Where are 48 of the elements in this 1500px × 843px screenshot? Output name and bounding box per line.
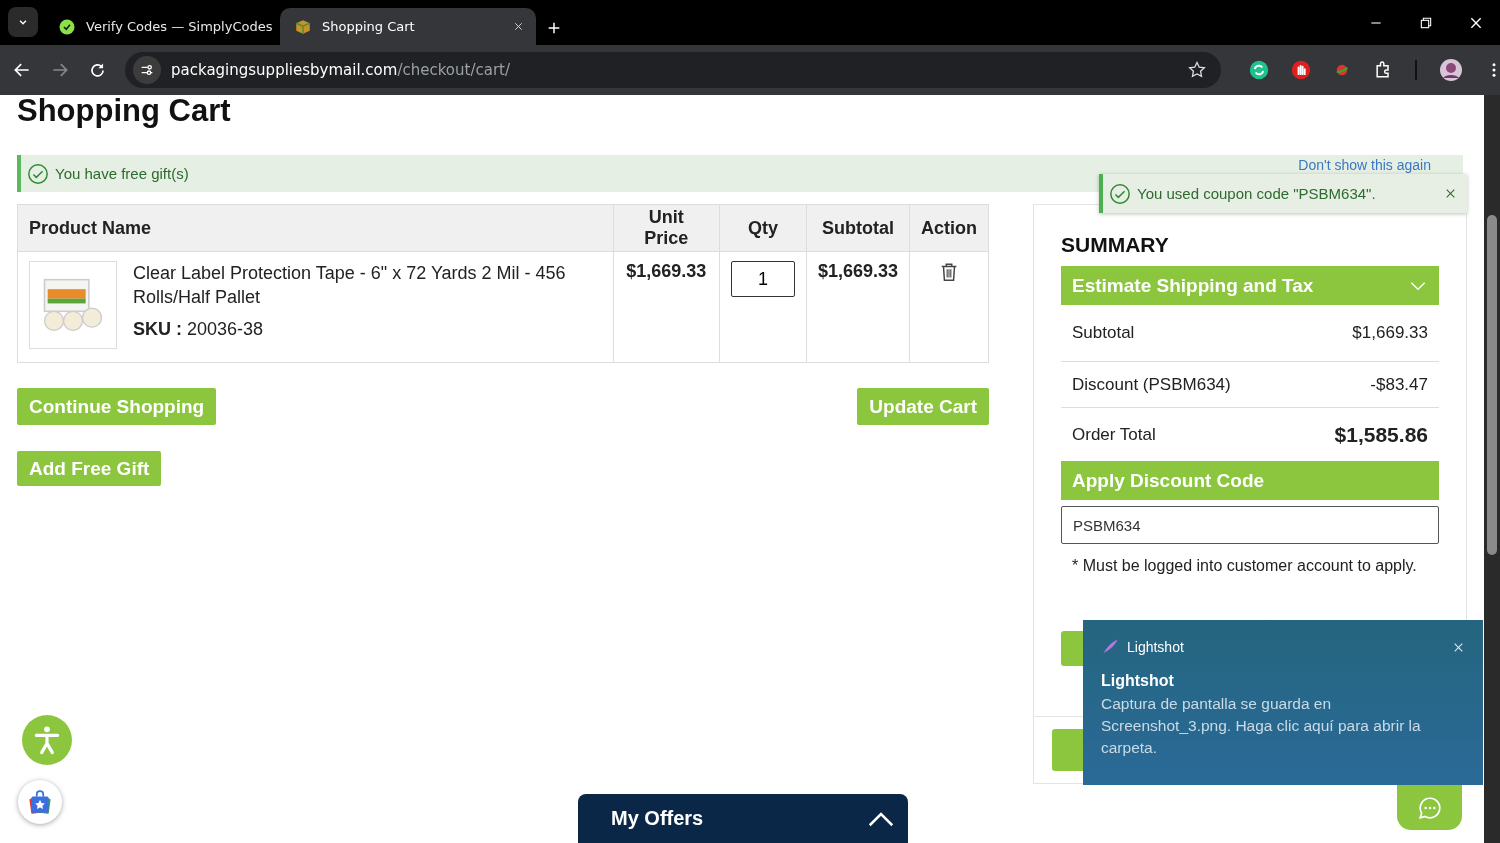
check-circle-icon <box>58 17 76 36</box>
summary-value: -$83.47 <box>1370 374 1428 395</box>
box-icon <box>294 17 312 36</box>
offers-bar[interactable]: My Offers <box>578 794 908 843</box>
notification-message: Captura de pantalla se guarda en Screenshot_3.png. Haga clic aquí para abrir la carpeta. <box>1101 694 1422 758</box>
sync-arrows-icon[interactable] <box>1249 60 1269 80</box>
offers-label: My Offers <box>611 807 704 830</box>
new-tab-icon[interactable] <box>546 20 562 36</box>
notification-app-name: Lightshot <box>1127 639 1184 655</box>
column-header: Subtotal <box>806 204 910 252</box>
discount-code-field[interactable]: PSBM634 <box>1061 506 1439 544</box>
summary-value: $1,585.86 <box>1334 422 1428 447</box>
chat-bubble-icon <box>1416 794 1443 821</box>
scrollbar[interactable] <box>1484 95 1500 843</box>
sku-value: 20036-38 <box>187 319 264 339</box>
close-icon[interactable] <box>513 21 524 32</box>
sku-label: SKU : <box>133 319 182 339</box>
column-header: Action <box>909 204 989 252</box>
summary-title: SUMMARY <box>1061 233 1170 257</box>
feather-icon <box>1101 638 1119 656</box>
star-icon[interactable] <box>1187 60 1207 80</box>
tune-icon <box>139 62 155 78</box>
login-note: * Must be logged into customer account to apply. <box>1071 556 1418 576</box>
summary-label: Discount (PSBM634) <box>1072 374 1231 395</box>
dismiss-link[interactable]: Don't show this again <box>1298 157 1431 173</box>
site-info-button[interactable] <box>133 56 161 84</box>
screenshot-notification[interactable]: Lightshot Lightshot Captura de pantalla se guarda en Screenshot_3.png. Haga clic aquí para abrir la carpeta. <box>1083 620 1483 785</box>
column-header: Qty <box>719 204 807 252</box>
browser-tab[interactable]: Shopping Cart <box>280 8 536 45</box>
unit-price: $1,669.33 <box>626 261 707 281</box>
hand-icon[interactable] <box>1291 60 1311 80</box>
quantity-field[interactable]: 1 <box>730 261 795 297</box>
column-header: Product Name <box>17 204 614 252</box>
page-title: Shopping Cart <box>17 95 232 127</box>
summary-value: $1,669.33 <box>1352 323 1428 343</box>
toast-message: You used coupon code "PSBM634". <box>1137 185 1377 202</box>
product-name[interactable]: Clear Label Protection Tape - 6" x 72 Yards 2 Mil - 456 Rolls/Half Pallet <box>133 261 602 309</box>
profile-avatar-icon[interactable] <box>1439 58 1463 82</box>
summary-label: Order Total <box>1072 424 1156 445</box>
check-circle-icon <box>1109 182 1131 205</box>
shopping-bag-icon <box>27 789 53 815</box>
shopping-extension-button[interactable] <box>18 780 62 824</box>
notice-message: You have free gift(s) <box>55 165 189 182</box>
line-subtotal: $1,669.33 <box>817 261 898 281</box>
notification-title: Lightshot <box>1101 672 1175 690</box>
summary-label: Subtotal <box>1072 323 1135 343</box>
column-header: Unit Price <box>613 204 720 252</box>
check-circle-icon <box>27 162 49 185</box>
